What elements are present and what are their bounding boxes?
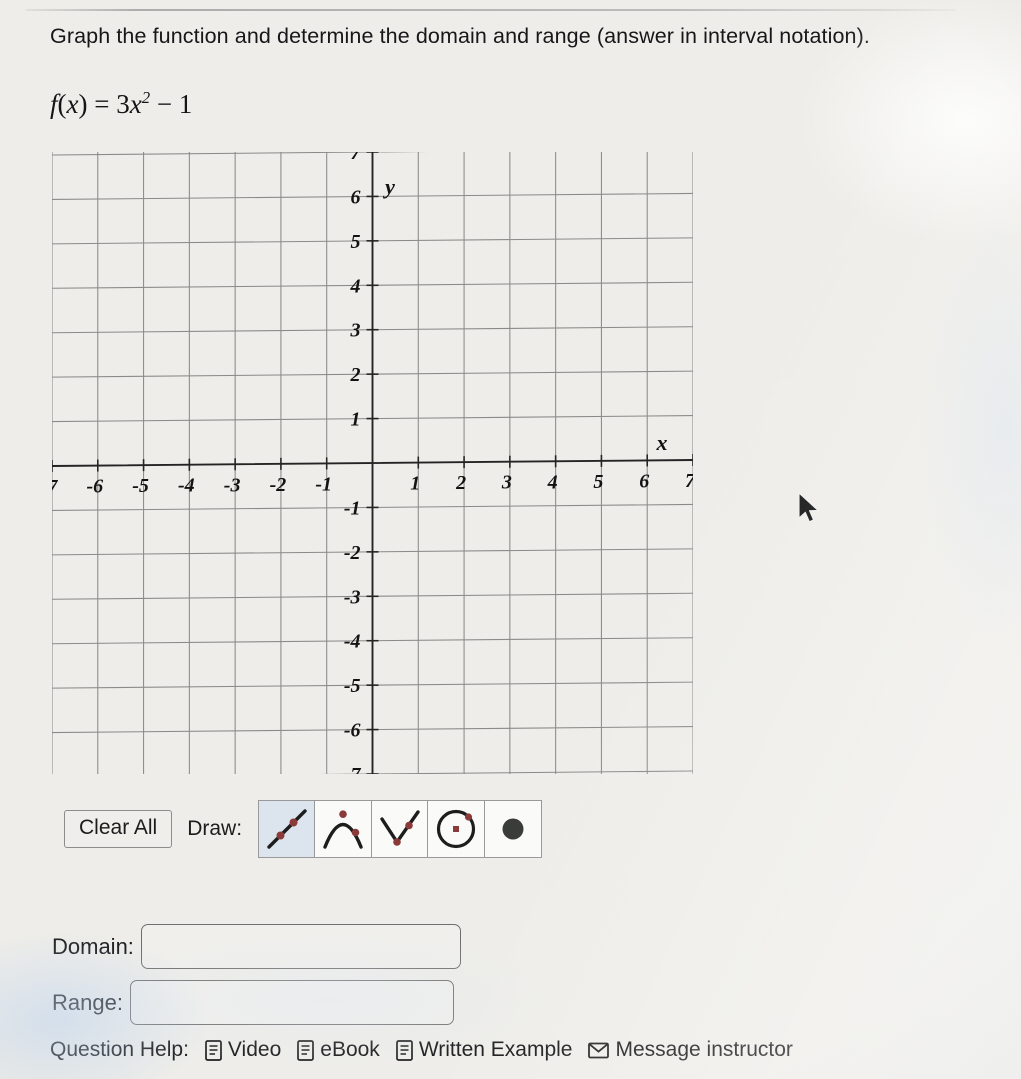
help-link-message-instructor[interactable]: Message instructor	[588, 1038, 793, 1062]
document-icon	[297, 1039, 315, 1061]
y-tick--6: -6	[344, 720, 361, 742]
x-tick-7: 7	[685, 470, 693, 492]
help-link-written-example[interactable]: Written Example	[395, 1038, 573, 1062]
x-tick-3: 3	[501, 472, 512, 494]
absolute-value-tool-button[interactable]	[370, 800, 429, 858]
x-tick-6: 6	[639, 470, 649, 492]
y-tick-4: 4	[350, 275, 361, 297]
x-tick--4: -4	[178, 475, 195, 497]
mouse-cursor	[797, 491, 823, 531]
formula-coefficient: 3	[116, 89, 130, 119]
line-icon	[264, 806, 310, 852]
domain-row: Domain:	[52, 924, 461, 969]
clear-all-button[interactable]: Clear All	[64, 810, 173, 848]
x-axis-label: x	[656, 430, 668, 455]
y-tick--4: -4	[344, 631, 361, 653]
formula-fn-var: x	[66, 89, 79, 119]
parabola-tool-button[interactable]	[314, 800, 373, 858]
y-tick--2: -2	[344, 542, 361, 564]
x-tick--5: -5	[132, 475, 149, 497]
y-tick--7: -7	[344, 764, 362, 774]
top-divider	[26, 9, 956, 11]
range-input[interactable]	[129, 980, 454, 1025]
x-tick--3: -3	[224, 474, 241, 496]
domain-label: Domain:	[52, 933, 134, 959]
y-tick--5: -5	[344, 675, 361, 697]
document-icon	[395, 1039, 413, 1061]
formula-variable: x	[129, 89, 142, 119]
envelope-icon	[588, 1042, 610, 1059]
filled-point-icon	[490, 806, 536, 852]
y-tick-3: 3	[350, 320, 361, 342]
x-tick--6: -6	[86, 476, 103, 498]
range-label: Range:	[52, 989, 123, 1015]
help-link-ebook[interactable]: eBook	[297, 1038, 380, 1062]
y-axis-label: y	[382, 174, 395, 199]
circle-icon	[433, 806, 479, 852]
x-tick-4: 4	[547, 471, 558, 493]
x-tick-2: 2	[455, 472, 466, 494]
circle-tool-button[interactable]	[427, 800, 486, 858]
formula-fn-name: f	[50, 89, 58, 119]
domain-input[interactable]	[140, 924, 461, 969]
draw-label: Draw:	[187, 817, 243, 840]
x-tick--1: -1	[315, 473, 332, 495]
x-tick-5: 5	[593, 471, 603, 493]
help-link-video[interactable]: Video	[205, 1038, 281, 1062]
coordinate-graph[interactable]: -7 -6 -5 -4 -3 -2 -1 1 2 3 4 5 6 7 7 6 5 4 3 2 1 -1 -2 -3 -4 -5 -…	[52, 152, 693, 774]
document-icon	[205, 1039, 222, 1061]
y-tick-1: 1	[351, 409, 361, 431]
help-link-label: eBook	[320, 1038, 380, 1061]
line-tool-button[interactable]	[257, 800, 316, 858]
y-tick-2: 2	[350, 364, 361, 386]
point-tool-button[interactable]	[483, 800, 542, 858]
help-link-label: Written Example	[418, 1038, 573, 1061]
question-prompt: Graph the function and determine the dom…	[50, 24, 870, 48]
range-row: Range:	[52, 980, 454, 1025]
formula-constant: − 1	[156, 89, 193, 119]
help-link-label: Video	[227, 1038, 282, 1061]
y-tick-6: 6	[351, 186, 361, 208]
y-tick-5: 5	[351, 231, 361, 253]
y-tick--1: -1	[344, 497, 361, 519]
help-link-label: Message instructor	[615, 1038, 793, 1061]
x-tick-1: 1	[410, 473, 420, 495]
tool-strip	[257, 800, 542, 858]
draw-toolbar: Clear All Draw:	[64, 800, 542, 858]
formula-exponent: 2	[141, 88, 151, 107]
y-tick--3: -3	[344, 586, 361, 608]
v-shape-icon	[377, 806, 423, 852]
x-tick--2: -2	[270, 474, 287, 496]
x-tick--7: -7	[52, 476, 58, 498]
y-tick-7: 7	[351, 152, 362, 164]
axes	[52, 152, 693, 774]
parabola-icon	[320, 806, 366, 852]
question-help-row: Question Help: Video eBook Written Examp…	[50, 1038, 793, 1062]
function-formula: f(x) = 3x2 − 1	[50, 88, 193, 119]
question-help-label: Question Help:	[50, 1038, 189, 1061]
